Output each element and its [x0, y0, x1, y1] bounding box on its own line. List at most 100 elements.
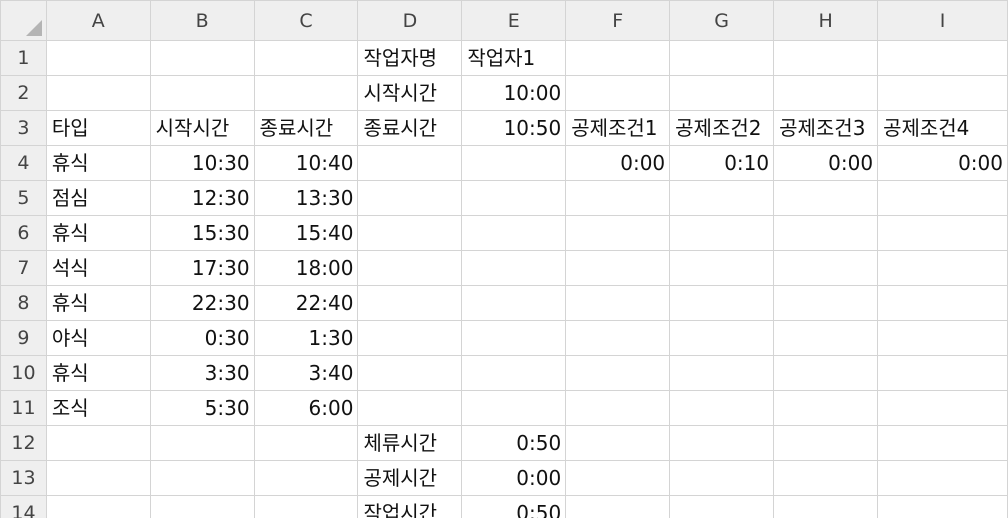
cell-h12[interactable] — [773, 425, 879, 461]
row-header-5[interactable]: 5 — [0, 180, 47, 216]
row-header-1[interactable]: 1 — [0, 40, 47, 76]
cell-g9[interactable] — [669, 320, 775, 356]
cell-a13[interactable] — [45, 460, 151, 496]
cell-i1[interactable] — [877, 40, 1008, 76]
cell-g10[interactable] — [669, 355, 775, 391]
row-header-14[interactable]: 14 — [0, 495, 47, 518]
cell-g14[interactable] — [669, 495, 775, 518]
row-header-2[interactable]: 2 — [0, 75, 47, 111]
column-header-b[interactable]: B — [149, 0, 255, 41]
row-header-10[interactable]: 10 — [0, 355, 47, 391]
cell-c10[interactable]: 3:40 — [253, 355, 359, 391]
row-header-7[interactable]: 7 — [0, 250, 47, 286]
cell-b12[interactable] — [149, 425, 255, 461]
cell-b11[interactable]: 5:30 — [149, 390, 255, 426]
cell-i12[interactable] — [877, 425, 1008, 461]
cell-g2[interactable] — [669, 75, 775, 111]
cell-c8[interactable]: 22:40 — [253, 285, 359, 321]
cell-d10[interactable] — [357, 355, 463, 391]
cell-h1[interactable] — [773, 40, 879, 76]
cell-h3[interactable]: 공제조건3 — [773, 110, 879, 146]
cell-h4[interactable]: 0:00 — [773, 145, 879, 181]
cell-b8[interactable]: 22:30 — [149, 285, 255, 321]
cell-h8[interactable] — [773, 285, 879, 321]
cell-b4[interactable]: 10:30 — [149, 145, 255, 181]
cell-d6[interactable] — [357, 215, 463, 251]
cell-d5[interactable] — [357, 180, 463, 216]
cell-h9[interactable] — [773, 320, 879, 356]
cell-f1[interactable] — [565, 40, 671, 76]
column-header-a[interactable]: A — [45, 0, 151, 41]
cell-e4[interactable] — [461, 145, 567, 181]
cell-f11[interactable] — [565, 390, 671, 426]
cell-f8[interactable] — [565, 285, 671, 321]
cell-i14[interactable] — [877, 495, 1008, 518]
cell-b13[interactable] — [149, 460, 255, 496]
cell-c6[interactable]: 15:40 — [253, 215, 359, 251]
cell-e13[interactable]: 0:00 — [461, 460, 567, 496]
cell-a10[interactable]: 휴식 — [45, 355, 151, 391]
cell-g12[interactable] — [669, 425, 775, 461]
cell-h6[interactable] — [773, 215, 879, 251]
column-header-g[interactable]: G — [669, 0, 775, 41]
cell-d1[interactable]: 작업자명 — [357, 40, 463, 76]
cell-c5[interactable]: 13:30 — [253, 180, 359, 216]
cell-e3[interactable]: 10:50 — [461, 110, 567, 146]
cell-h7[interactable] — [773, 250, 879, 286]
cell-c13[interactable] — [253, 460, 359, 496]
cell-a1[interactable] — [45, 40, 151, 76]
row-header-4[interactable]: 4 — [0, 145, 47, 181]
cell-e11[interactable] — [461, 390, 567, 426]
cell-b1[interactable] — [149, 40, 255, 76]
column-header-d[interactable]: D — [357, 0, 463, 41]
cell-e8[interactable] — [461, 285, 567, 321]
cell-g11[interactable] — [669, 390, 775, 426]
cell-a6[interactable]: 휴식 — [45, 215, 151, 251]
cell-c3[interactable]: 종료시간 — [253, 110, 359, 146]
cell-f4[interactable]: 0:00 — [565, 145, 671, 181]
cell-b3[interactable]: 시작시간 — [149, 110, 255, 146]
cell-e9[interactable] — [461, 320, 567, 356]
cell-c14[interactable] — [253, 495, 359, 518]
cell-d8[interactable] — [357, 285, 463, 321]
cell-c9[interactable]: 1:30 — [253, 320, 359, 356]
cell-c12[interactable] — [253, 425, 359, 461]
cell-a7[interactable]: 석식 — [45, 250, 151, 286]
cell-h5[interactable] — [773, 180, 879, 216]
cell-f13[interactable] — [565, 460, 671, 496]
cell-c1[interactable] — [253, 40, 359, 76]
row-header-9[interactable]: 9 — [0, 320, 47, 356]
cell-f9[interactable] — [565, 320, 671, 356]
column-header-c[interactable]: C — [253, 0, 359, 41]
cell-e5[interactable] — [461, 180, 567, 216]
cell-b14[interactable] — [149, 495, 255, 518]
row-header-11[interactable]: 11 — [0, 390, 47, 426]
column-header-h[interactable]: H — [773, 0, 879, 41]
cell-h2[interactable] — [773, 75, 879, 111]
cell-b9[interactable]: 0:30 — [149, 320, 255, 356]
cell-b2[interactable] — [149, 75, 255, 111]
cell-d14[interactable]: 작업시간 — [357, 495, 463, 518]
cell-d4[interactable] — [357, 145, 463, 181]
column-header-f[interactable]: F — [565, 0, 671, 41]
cell-f6[interactable] — [565, 215, 671, 251]
cell-a14[interactable] — [45, 495, 151, 518]
cell-d13[interactable]: 공제시간 — [357, 460, 463, 496]
cell-f5[interactable] — [565, 180, 671, 216]
cell-a12[interactable] — [45, 425, 151, 461]
cell-d2[interactable]: 시작시간 — [357, 75, 463, 111]
cell-e14[interactable]: 0:50 — [461, 495, 567, 518]
cell-c7[interactable]: 18:00 — [253, 250, 359, 286]
cell-e2[interactable]: 10:00 — [461, 75, 567, 111]
cell-c11[interactable]: 6:00 — [253, 390, 359, 426]
cell-f3[interactable]: 공제조건1 — [565, 110, 671, 146]
cell-i7[interactable] — [877, 250, 1008, 286]
cell-e10[interactable] — [461, 355, 567, 391]
cell-i2[interactable] — [877, 75, 1008, 111]
cell-d12[interactable]: 체류시간 — [357, 425, 463, 461]
cell-a3[interactable]: 타입 — [45, 110, 151, 146]
cell-i8[interactable] — [877, 285, 1008, 321]
cell-g6[interactable] — [669, 215, 775, 251]
cell-i11[interactable] — [877, 390, 1008, 426]
cell-i4[interactable]: 0:00 — [877, 145, 1008, 181]
